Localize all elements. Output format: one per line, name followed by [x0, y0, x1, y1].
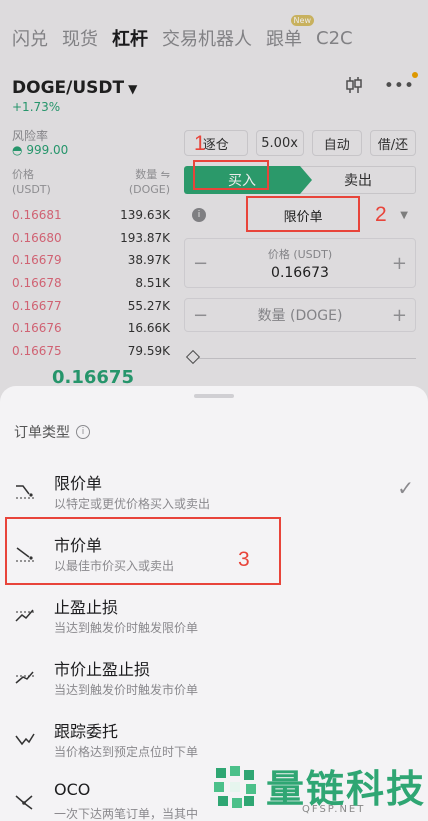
option-desc: 以特定或更优价格买入或卖出 — [54, 497, 211, 511]
option-title: 止盈止损 — [54, 598, 119, 617]
option-desc: 一次下达两笔订单，当其中 — [54, 807, 199, 821]
option-tp-sl[interactable]: 止盈止损 当达到触发价时触发限价单 — [0, 586, 428, 648]
option-title: OCO — [54, 780, 91, 799]
option-title: 跟踪委托 — [54, 722, 119, 741]
annotation-number-2: 2 — [375, 203, 387, 226]
info-icon[interactable]: i — [76, 425, 90, 439]
option-desc: 当达到触发价时触发限价单 — [54, 621, 199, 635]
trailing-order-icon — [15, 733, 35, 746]
order-type-sheet: 订单类型 i 限价单 以特定或更优价格买入或卖出 ✓ 市价单 以最佳市价买入或卖… — [0, 386, 428, 821]
sheet-title-text: 订单类型 — [14, 425, 70, 441]
tp-sl-icon — [15, 609, 34, 622]
option-desc: 当价格达到预定点位时下单 — [54, 745, 199, 759]
sheet-handle[interactable] — [194, 394, 234, 398]
option-desc: 当达到触发价时触发市价单 — [54, 683, 199, 697]
watermark: 量链科技 QFSP.NET — [208, 758, 428, 821]
sheet-title: 订单类型 i — [14, 422, 90, 442]
annotation-box-2 — [246, 196, 360, 232]
annotation-number-3: 3 — [238, 548, 250, 571]
watermark-logo-icon — [214, 766, 256, 808]
watermark-subtext: QFSP.NET — [302, 804, 366, 815]
option-title: 限价单 — [54, 474, 103, 493]
limit-order-icon — [16, 485, 34, 499]
annotation-number-1: 1 — [194, 132, 206, 155]
checkmark-icon: ✓ — [397, 476, 414, 500]
option-title: 市价止盈止损 — [54, 660, 151, 679]
market-tp-sl-icon — [15, 671, 34, 684]
option-market-tp-sl[interactable]: 市价止盈止损 当达到触发价时触发市价单 — [0, 648, 428, 710]
oco-icon — [15, 795, 33, 810]
option-limit[interactable]: 限价单 以特定或更优价格买入或卖出 ✓ — [0, 462, 428, 524]
annotation-box-1 — [193, 160, 269, 190]
